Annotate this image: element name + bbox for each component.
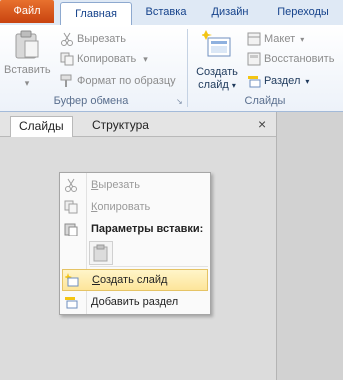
copy-button[interactable]: Копировать ▾ [60, 50, 148, 68]
layout-icon [247, 32, 261, 46]
section-icon [65, 297, 78, 309]
new-slide-button[interactable]: Создать слайд ▾ [192, 28, 242, 94]
slides-group-title: Слайды [244, 95, 286, 107]
chevron-down-icon: ▾ [231, 81, 236, 90]
tab-design[interactable]: Дизайн [204, 0, 256, 25]
copy-icon [64, 200, 78, 214]
reset-icon [247, 52, 261, 66]
scissors-icon [65, 178, 77, 192]
paste-label: Вставить [4, 64, 51, 76]
new-slide-icon [65, 273, 79, 287]
clipboard-icon [15, 30, 39, 59]
new-slide-label-1: Создать [196, 66, 238, 78]
clipboard-icon [64, 223, 78, 236]
clipboard-icon [93, 244, 108, 262]
context-menu: Вырезать Копировать Параметры вставки: С… [59, 172, 211, 315]
copy-dropdown-icon[interactable]: ▾ [143, 54, 148, 64]
ribbon-tab-bar: Файл Главная Вставка Дизайн Переходы [0, 0, 343, 27]
new-slide-label-2: слайд ▾ [198, 79, 236, 91]
chevron-down-icon: ▾ [305, 77, 310, 86]
reset-label: Восстановить [264, 53, 335, 65]
layout-label: Макет [264, 33, 296, 45]
tab-transitions[interactable]: Переходы [266, 0, 340, 25]
scissors-icon [60, 32, 74, 47]
tab-file[interactable]: Файл [0, 0, 54, 23]
clipboard-group-title: Буфер обмена [53, 95, 129, 107]
cut-label: Вырезать [77, 33, 126, 45]
tab-outline[interactable]: Структура [84, 116, 157, 136]
chevron-down-icon: ▾ [300, 35, 305, 44]
section-button[interactable]: Раздел ▾ [247, 72, 309, 90]
slide-area-edge [276, 112, 343, 380]
copy-icon [60, 52, 74, 66]
paste-option-button[interactable] [89, 241, 113, 265]
section-label: Раздел [264, 75, 301, 87]
reset-button[interactable]: Восстановить [247, 50, 334, 68]
tab-insert[interactable]: Вставка [136, 0, 196, 25]
tab-slides[interactable]: Слайды [10, 116, 73, 137]
tab-home[interactable]: Главная [60, 2, 132, 27]
paste-button[interactable]: Вставить ▾ [4, 28, 51, 90]
paintbrush-icon [60, 74, 74, 88]
format-painter-label: Формат по образцу [77, 75, 176, 87]
menu-item-add-section[interactable]: Добавить раздел [60, 291, 210, 313]
menu-item-new-slide[interactable]: Создать слайд [62, 269, 208, 291]
copy-label: Копировать [77, 53, 137, 65]
chevron-down-icon: ▾ [24, 78, 30, 88]
new-slide-icon [202, 30, 231, 57]
menu-item-copy[interactable]: Копировать [60, 196, 210, 218]
layout-button[interactable]: Макет ▾ [247, 30, 304, 48]
dialog-launcher-icon[interactable]: ↘ [176, 97, 183, 106]
section-icon [247, 74, 261, 88]
group-separator [187, 29, 188, 107]
close-icon[interactable]: × [258, 116, 266, 132]
menu-separator [90, 266, 208, 267]
menu-item-cut[interactable]: Вырезать [60, 174, 210, 196]
paste-options-header: Параметры вставки: [60, 218, 210, 240]
cut-button[interactable]: Вырезать [60, 30, 126, 48]
format-painter-button[interactable]: Формат по образцу [60, 72, 176, 90]
